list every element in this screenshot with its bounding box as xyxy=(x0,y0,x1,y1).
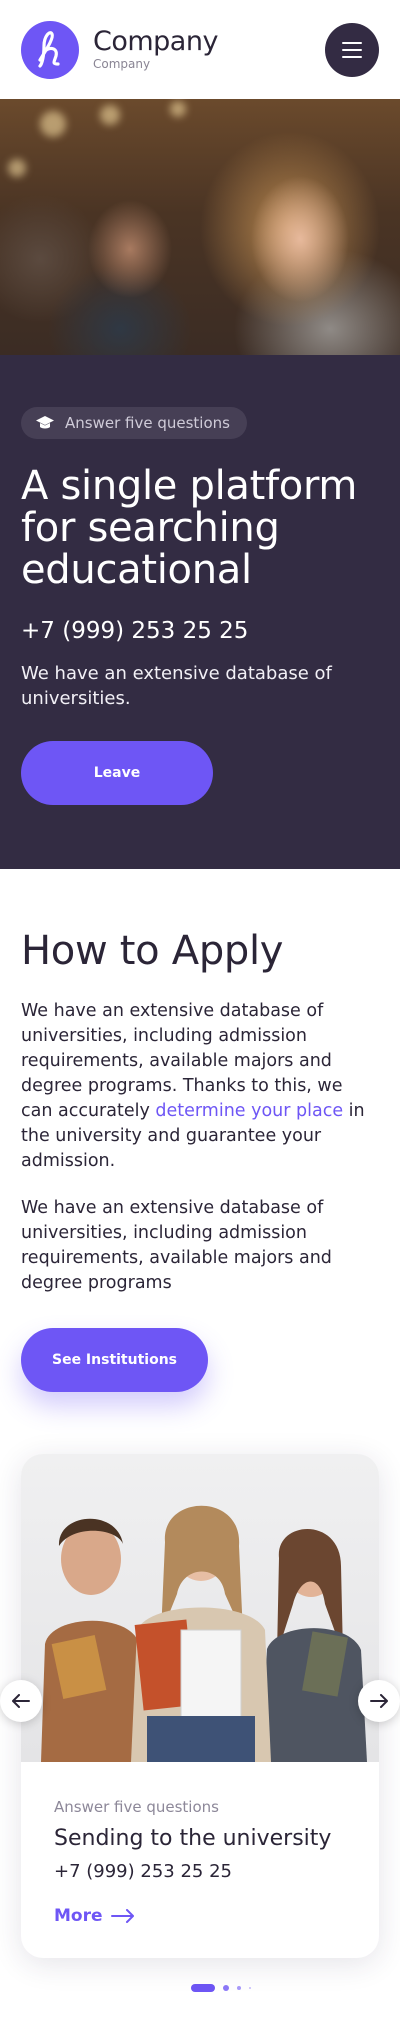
brand-name: Company xyxy=(93,25,218,57)
hero-badge: Answer five questions xyxy=(21,407,247,439)
hero-phone[interactable]: +7 (999) 253 25 25 xyxy=(21,618,379,644)
more-label: More xyxy=(54,1906,103,1926)
hero-badge-text: Answer five questions xyxy=(65,414,230,432)
apply-paragraph-1: We have an extensive database of univers… xyxy=(21,1001,365,1171)
section-title: How to Apply xyxy=(21,928,284,974)
how-to-apply-section: How to Apply We have an extensive databa… xyxy=(0,869,400,1432)
arrow-right-icon xyxy=(370,1694,388,1708)
carousel: Answer five questions Sending to the uni… xyxy=(0,1454,400,1958)
graduation-cap-icon xyxy=(36,416,54,429)
determine-place-link[interactable]: determine your place xyxy=(155,1101,343,1121)
pagination-dot[interactable] xyxy=(249,1987,251,1989)
students-photo xyxy=(21,1454,379,1762)
arrow-right-icon xyxy=(110,1909,134,1923)
menu-button[interactable] xyxy=(325,22,379,77)
card-eyebrow: Answer five questions xyxy=(54,1798,219,1816)
pagination-dot[interactable] xyxy=(237,1986,241,1990)
card-phone[interactable]: +7 (999) 253 25 25 xyxy=(54,1861,346,1882)
pagination-dot-active[interactable] xyxy=(191,1984,215,1992)
carousel-prev-button[interactable] xyxy=(0,1680,42,1722)
carousel-card[interactable]: Answer five questions Sending to the uni… xyxy=(21,1454,379,1958)
company-logo xyxy=(21,20,79,79)
hero-description: We have an extensive database of univers… xyxy=(21,663,332,709)
brand-subtitle: Company xyxy=(93,56,151,71)
more-link[interactable]: More xyxy=(54,1906,135,1926)
see-institutions-button[interactable]: See Institutions xyxy=(21,1328,208,1392)
card-body: Answer five questions Sending to the uni… xyxy=(21,1762,379,1958)
arrow-left-icon xyxy=(12,1694,30,1708)
hero-title: A single platform for searching educatio… xyxy=(21,463,358,593)
apply-paragraph-2: We have an extensive database of univers… xyxy=(21,1198,332,1293)
script-l-logo-icon xyxy=(38,30,60,68)
carousel-next-button[interactable] xyxy=(358,1680,400,1722)
site-header: Company Company xyxy=(0,0,400,99)
leave-button[interactable]: Leave xyxy=(21,741,213,805)
card-title: Sending to the university xyxy=(54,1826,332,1851)
pagination-dot[interactable] xyxy=(223,1985,229,1991)
carousel-pagination xyxy=(0,1984,400,1992)
hamburger-icon xyxy=(342,41,362,44)
hero-photo xyxy=(0,99,400,355)
brand[interactable]: Company Company xyxy=(21,20,218,79)
hero-section: Answer five questions A single platform … xyxy=(0,355,400,869)
